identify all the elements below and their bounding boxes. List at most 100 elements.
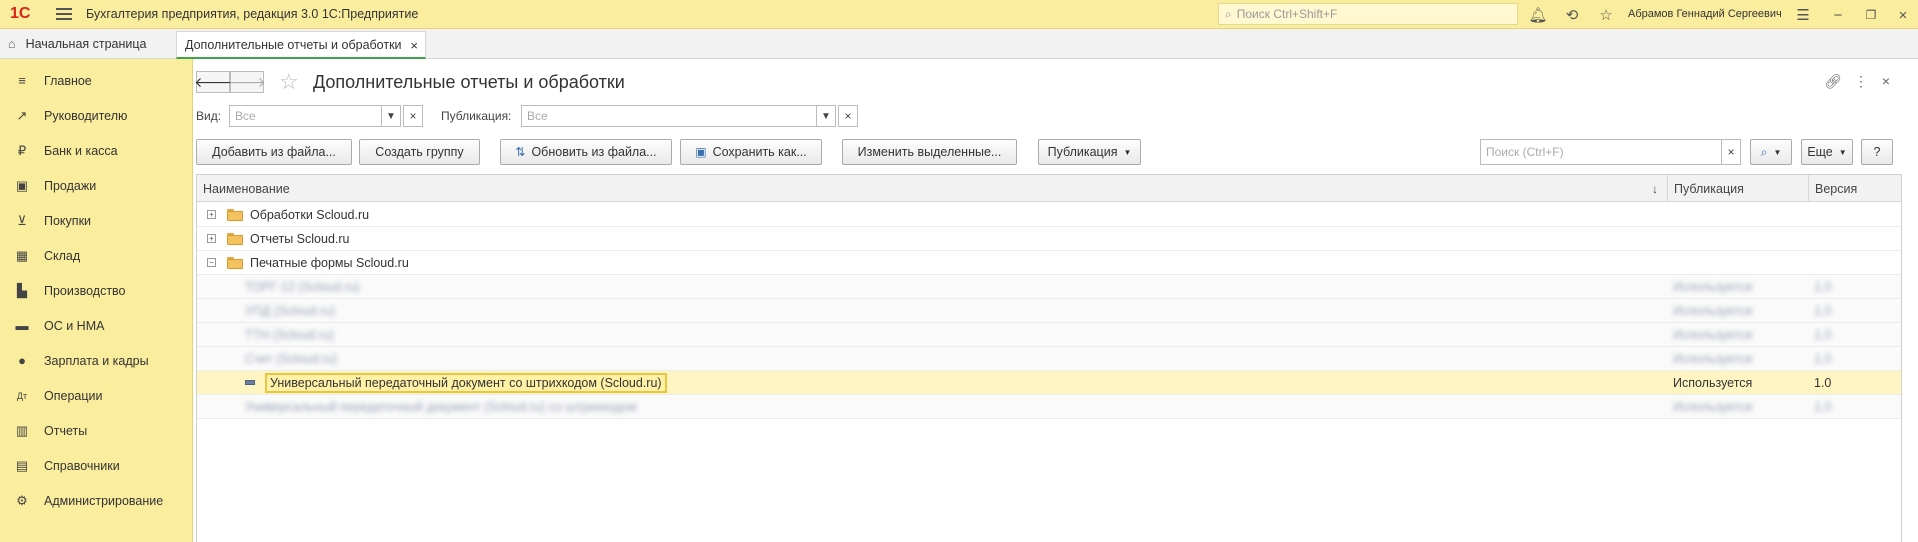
global-search-input[interactable]: ⌕ Поиск Ctrl+Shift+F (1218, 3, 1518, 25)
create-group-button[interactable]: Создать группу (359, 139, 480, 165)
cart-icon: ⊻ (17, 212, 27, 228)
search-icon: ⌕ (1760, 144, 1768, 159)
row-name: Печатные формы Scloud.ru (250, 256, 409, 270)
sidebar-item-bank[interactable]: ₽ Банк и касса (0, 133, 193, 168)
table-row[interactable]: УПД (Scloud.ru) Используется 1.0 (197, 299, 1901, 323)
sidebar-item-references[interactable]: ▤ Справочники (0, 448, 193, 483)
sidebar-item-salary[interactable]: ● Зарплата и кадры (0, 343, 193, 378)
expand-icon[interactable]: + (207, 234, 216, 243)
favorites-icon[interactable]: ☆ (1596, 5, 1616, 25)
sidebar-item-sales[interactable]: ▣ Продажи (0, 168, 193, 203)
content-area: 🡐 🡒 ☆ Дополнительные отчеты и обработки … (193, 59, 1918, 542)
row-name: Отчеты Scloud.ru (250, 232, 350, 246)
publication-field[interactable]: Все (521, 105, 817, 127)
sidebar-item-purchases[interactable]: ⊻ Покупки (0, 203, 193, 238)
table-row-group[interactable]: − Печатные формы Scloud.ru (197, 251, 1901, 275)
row-version: 1.0 (1814, 280, 1832, 294)
table-row-selected[interactable]: Универсальный передаточный документ со ш… (197, 371, 1901, 395)
column-name-header[interactable]: Наименование (197, 175, 1642, 202)
user-name[interactable]: Абрамов Геннадий Сергеевич (1628, 8, 1782, 20)
bell-icon[interactable]: 🔔︎ (1528, 5, 1548, 25)
trend-icon: ↗ (16, 107, 28, 123)
table-row[interactable]: ТОРГ-12 (Scloud.ru) Используется 1.0 (197, 275, 1901, 299)
update-from-file-button[interactable]: ⇅ Обновить из файла... (500, 139, 672, 165)
sidebar-item-label: Банк и касса (44, 143, 118, 158)
sidebar-item-warehouse[interactable]: ▦ Склад (0, 238, 193, 273)
table-row[interactable]: Счет (Scloud.ru) Используется 1.0 (197, 347, 1901, 371)
tab-home[interactable]: ⌂ Начальная страница (0, 29, 147, 59)
column-version-header[interactable]: Версия (1808, 175, 1901, 202)
close-form-icon[interactable]: × (1876, 71, 1896, 91)
add-from-file-button[interactable]: Добавить из файла... (196, 139, 352, 165)
app-title: Бухгалтерия предприятия, редакция 3.0 1С… (86, 7, 419, 21)
forward-button[interactable]: 🡒 (228, 71, 266, 93)
publication-clear-button[interactable]: × (838, 105, 858, 127)
row-version: 1.0 (1814, 376, 1832, 390)
link-icon[interactable]: 🔗︎ (1823, 71, 1843, 91)
sidebar-item-label: Покупки (44, 213, 92, 228)
tabs-bar: ⌂ Начальная страница Дополнительные отче… (0, 29, 1918, 59)
sidebar-item-reports[interactable]: ▥ Отчеты (0, 413, 193, 448)
more-button[interactable]: Еще ▼ (1801, 139, 1853, 165)
vid-label: Вид: (196, 109, 222, 123)
main-menu-icon[interactable] (56, 8, 72, 20)
table-row[interactable]: Универсальный передаточный документ (Scl… (197, 395, 1901, 419)
sidebar-item-assets[interactable]: ▬ ОС и НМА (0, 308, 193, 343)
sidebar-item-label: Справочники (44, 458, 120, 473)
vid-dropdown-button[interactable]: ▼ (381, 105, 401, 127)
sidebar-item-operations[interactable]: Дт Операции (0, 378, 193, 413)
row-name: ТТН (Scloud.ru) (245, 328, 334, 342)
vid-clear-button[interactable]: × (403, 105, 423, 127)
more-label: Еще (1807, 145, 1833, 159)
row-publication: Используется (1673, 304, 1753, 318)
sidebar-item-production[interactable]: ▙ Производство (0, 273, 193, 308)
list-search-clear-button[interactable]: × (1721, 139, 1741, 165)
favorite-star-icon[interactable]: ☆ (279, 69, 299, 95)
update-icon: ⇅ (515, 145, 526, 159)
settings-menu-icon[interactable]: ☰ (1793, 5, 1813, 25)
table-row-group[interactable]: + Обработки Scloud.ru (197, 203, 1901, 227)
restore-icon[interactable]: ❐ (1861, 5, 1881, 25)
tab-active[interactable]: Дополнительные отчеты и обработки × (176, 31, 426, 59)
sidebar-item-main[interactable]: ≡ Главное (0, 63, 193, 98)
document-icon (245, 380, 255, 385)
close-tab-icon[interactable]: × (410, 38, 418, 53)
books-icon: ▤ (15, 457, 29, 473)
list-search-input[interactable]: Поиск (Ctrl+F) (1480, 139, 1728, 165)
minimize-icon[interactable]: − (1828, 5, 1848, 25)
help-button[interactable]: ? (1861, 139, 1893, 165)
row-name: УПД (Scloud.ru) (245, 304, 335, 318)
close-window-icon[interactable]: × (1893, 5, 1913, 25)
change-selected-button[interactable]: Изменить выделенные... (842, 139, 1017, 165)
back-button[interactable]: 🡐 (194, 71, 232, 93)
sidebar-item-manager[interactable]: ↗ Руководителю (0, 98, 193, 133)
row-name: ТОРГ-12 (Scloud.ru) (245, 280, 360, 294)
history-icon[interactable]: ⟲ (1562, 5, 1582, 25)
sidebar-item-admin[interactable]: ⚙ Администрирование (0, 483, 193, 518)
row-name: Универсальный передаточный документ со ш… (265, 373, 667, 393)
folder-icon (227, 233, 243, 245)
folder-icon (227, 209, 243, 221)
chevron-down-icon: ▼ (1123, 147, 1132, 157)
column-publication-header[interactable]: Публикация (1667, 175, 1797, 202)
collapse-icon[interactable]: − (207, 258, 216, 267)
publication-menu-button[interactable]: Публикация ▼ (1038, 139, 1141, 165)
row-publication: Используется (1673, 400, 1753, 414)
table-row[interactable]: ТТН (Scloud.ru) Используется 1.0 (197, 323, 1901, 347)
sidebar: ≡ Главное ↗ Руководителю ₽ Банк и касса ▣ Пр… (0, 59, 193, 542)
truck-icon: ▬ (15, 318, 29, 333)
more-vertical-icon[interactable]: ⋮ (1851, 71, 1871, 91)
publication-dropdown-button[interactable]: ▼ (816, 105, 836, 127)
search-options-button[interactable]: ⌕ ▼ (1750, 139, 1792, 165)
sidebar-item-label: Отчеты (44, 423, 88, 438)
expand-icon[interactable]: + (207, 210, 216, 219)
vid-field[interactable]: Все (229, 105, 382, 127)
chevron-down-icon: ▼ (1838, 147, 1847, 157)
sidebar-item-label: Склад (44, 248, 81, 263)
sidebar-item-label: Продажи (44, 178, 97, 193)
table-row-group[interactable]: + Отчеты Scloud.ru (197, 227, 1901, 251)
sort-desc-icon[interactable]: ↓ (1652, 182, 1658, 196)
save-as-button[interactable]: ▣ Сохранить как... (680, 139, 822, 165)
row-publication: Используется (1673, 376, 1753, 390)
tab-home-label: Начальная страница (25, 37, 147, 51)
